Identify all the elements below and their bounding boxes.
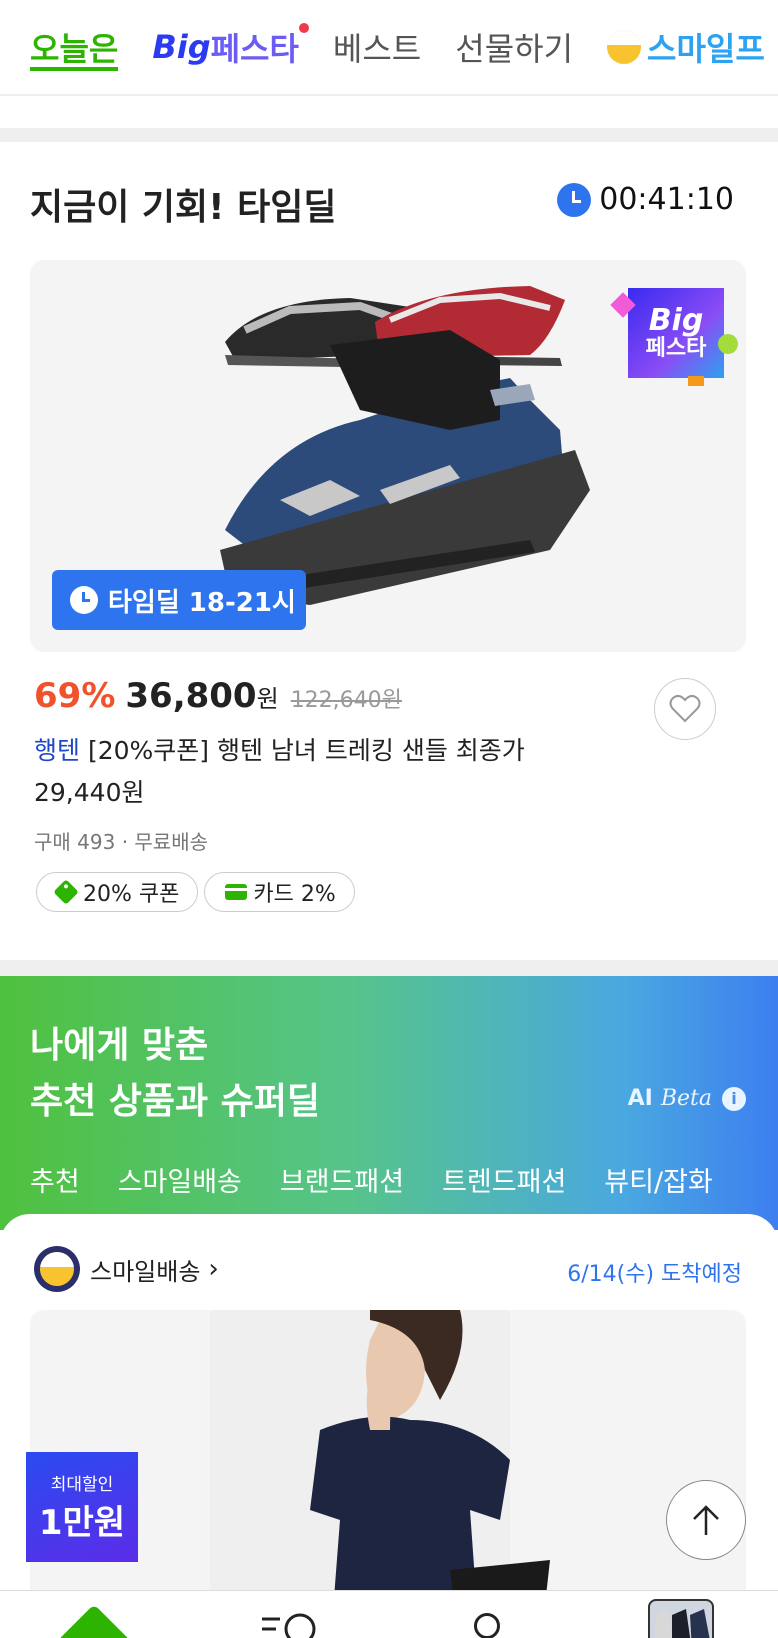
chevron-right-icon: › (208, 1254, 219, 1284)
home-icon[interactable] (57, 1604, 131, 1638)
max-discount-badge[interactable]: 최대할인 1만원 (26, 1452, 138, 1562)
ai-label: AI (627, 1086, 653, 1111)
bigfesta-badge-line2: 페스타 (645, 336, 707, 362)
tab-today-label: 오늘은 (30, 30, 119, 68)
clock-icon (557, 182, 592, 217)
ai-tab-smile-delivery[interactable]: 스마일배송 (118, 1160, 242, 1199)
timedeal-badge: 타임딜 18-21시 (52, 570, 306, 630)
smile-delivery-label: 스마일배송 (90, 1257, 201, 1286)
card-icon (225, 884, 248, 900)
tab-best-label: 베스트 (332, 30, 422, 68)
ribbon-icon (688, 376, 704, 386)
timedeal-title: 지금이 기회! 타임딜 (30, 187, 337, 228)
info-icon[interactable]: i (722, 1086, 746, 1111)
timedeal-product-image[interactable]: Big 페스타 타임딜 18-21시 (30, 260, 746, 652)
section-divider (0, 960, 778, 976)
ai-title-line2: 추천 상품과 슈퍼딜 (30, 1081, 321, 1122)
bigfesta-badge: Big 페스타 (610, 288, 738, 386)
scroll-top-button[interactable] (666, 1480, 746, 1560)
tab-today[interactable]: 오늘은 (30, 0, 119, 94)
tab-bigfesta-label-a: Big (152, 28, 211, 66)
ai-beta-label[interactable]: AI Beta i (628, 1086, 746, 1111)
tab-bigfesta-label-b: 페스타 (210, 30, 299, 68)
ai-tab-beauty[interactable]: 뷰티/잡화 (604, 1160, 712, 1199)
recent-shirts-image (654, 1609, 710, 1638)
product-title-text: [20%쿠폰] 행텐 남녀 트레킹 샌들 최종가 29,440원 (34, 736, 525, 807)
ai-section-title: 나에게 맞춘 추천 상품과 슈퍼딜 (30, 1018, 320, 1130)
arrival-date: 6/14(수) 도착예정 (567, 1262, 742, 1287)
ai-category-tabs: 추천 스마일배송 브랜드패션 트렌드패션 뷰티/잡화 (30, 1160, 751, 1199)
tag-icon (53, 879, 79, 905)
currency-unit: 원 (256, 685, 279, 713)
card-chip-label: 카드 2% (253, 882, 336, 907)
green-dot-icon (718, 334, 738, 354)
tab-smile[interactable]: 스마일프 (607, 0, 765, 94)
wishlist-button[interactable] (654, 678, 716, 740)
original-price: 122,640원 (290, 688, 402, 713)
smile-face-icon (607, 30, 642, 64)
timedeal-badge-label: 타임딜 18-21시 (108, 587, 296, 618)
recent-viewed-thumbnail[interactable] (648, 1599, 714, 1638)
max-discount-line1: 최대할인 (50, 1475, 114, 1495)
bigfesta-badge-line1: Big (648, 303, 704, 339)
timer-value: 00:41:10 (599, 182, 734, 217)
tab-bigfesta[interactable]: Big 페스타 (152, 0, 309, 94)
top-tab-bar: 오늘은 Big 페스타 베스트 선물하기 스마일프 (0, 0, 778, 96)
ai-title-line1: 나에게 맞춘 (30, 1025, 209, 1066)
brand-name[interactable]: 행텐 (34, 736, 80, 765)
discount-rate: 69% (34, 676, 116, 716)
coupon-chip: 20% 쿠폰 (36, 872, 199, 912)
product-title[interactable]: 행텐 [20%쿠폰] 행텐 남녀 트레킹 샌들 최종가 29,440원 (34, 730, 594, 814)
ai-tab-recommend[interactable]: 추천 (30, 1160, 80, 1199)
clock-icon (70, 586, 98, 614)
product-meta: 구매 493 · 무료배송 (34, 830, 209, 854)
beta-label: Beta (660, 1086, 712, 1111)
tab-gift-label: 선물하기 (455, 30, 574, 68)
timedeal-timer: 00:41:10 (557, 182, 734, 217)
tab-smile-label: 스마일프 (647, 30, 765, 68)
new-dot-icon (298, 23, 309, 33)
ai-tab-trend-fashion[interactable]: 트렌드패션 (442, 1160, 566, 1199)
smile-delivery-logo-icon (34, 1246, 80, 1292)
my-page-icon[interactable] (474, 1613, 500, 1638)
sale-price: 36,800 (125, 676, 257, 716)
category-icon[interactable] (262, 1607, 322, 1638)
ai-tab-brand-fashion[interactable]: 브랜드패션 (280, 1160, 404, 1199)
benefit-chips: 20% 쿠폰 카드 2% (36, 872, 361, 912)
card-chip: 카드 2% (204, 872, 355, 912)
smile-delivery-link[interactable]: 스마일배송 › (34, 1246, 219, 1292)
tab-best[interactable]: 베스트 (332, 0, 422, 94)
heart-icon (669, 694, 701, 723)
bottom-navigation (0, 1590, 778, 1638)
coupon-chip-label: 20% 쿠폰 (83, 882, 180, 907)
arrow-up-icon (693, 1505, 719, 1535)
max-discount-line2: 1만원 (38, 1503, 126, 1543)
tab-gift[interactable]: 선물하기 (455, 0, 574, 94)
price-row: 69% 36,800 원 122,640원 (34, 676, 402, 716)
section-divider (0, 128, 778, 142)
